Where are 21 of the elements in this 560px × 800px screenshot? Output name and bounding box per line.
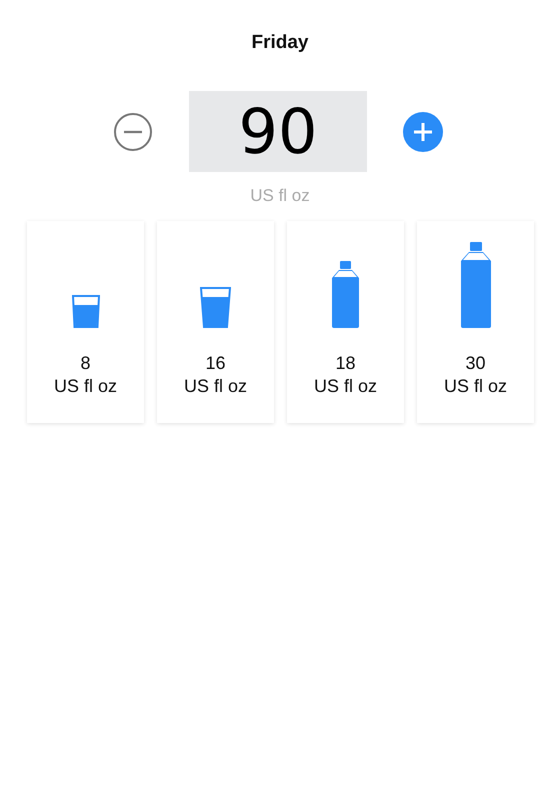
drink-amount: 18 — [335, 352, 356, 375]
drink-amount: 30 — [465, 352, 486, 375]
drink-amount: 16 — [205, 352, 226, 375]
day-title: Friday — [251, 32, 309, 54]
drink-card[interactable]: 16 US fl oz — [157, 221, 274, 423]
bottle-icon — [460, 242, 492, 328]
amount-field[interactable]: 90 — [189, 91, 367, 172]
glass-icon — [200, 287, 231, 328]
drink-unit: US fl oz — [184, 375, 248, 398]
drink-card[interactable]: 18 US fl oz — [287, 221, 404, 423]
increase-button[interactable] — [403, 112, 443, 152]
bottle-icon — [331, 261, 360, 328]
drink-card[interactable]: 30 US fl oz — [417, 221, 534, 423]
decrease-button[interactable] — [113, 112, 153, 152]
drink-card[interactable]: 8 US fl oz — [27, 221, 144, 423]
glass-icon — [72, 295, 100, 328]
drink-unit: US fl oz — [314, 375, 378, 398]
unit-label: US fl oz — [250, 186, 310, 206]
drink-unit: US fl oz — [54, 375, 118, 398]
drink-unit: US fl oz — [444, 375, 508, 398]
drink-amount: 8 — [80, 352, 90, 375]
